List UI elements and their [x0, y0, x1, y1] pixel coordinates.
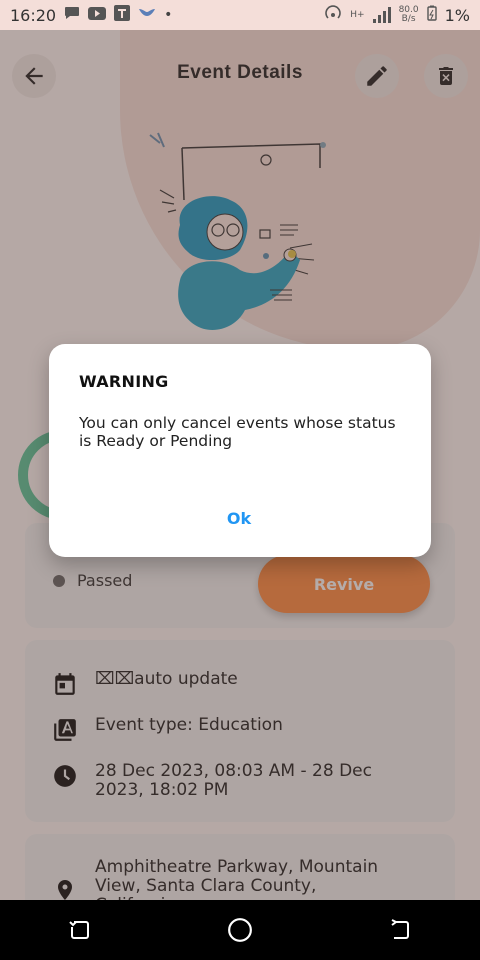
ok-button[interactable]: Ok — [209, 500, 269, 536]
back-nav-icon — [391, 919, 409, 939]
recent-apps-button[interactable] — [60, 910, 100, 950]
home-circle-icon — [228, 918, 252, 942]
t-app-icon — [114, 5, 131, 25]
network-speed: 80.0 B/s — [399, 6, 419, 24]
recent-apps-icon — [69, 921, 89, 939]
battery-icon — [426, 5, 437, 25]
chat-icon — [64, 6, 80, 24]
youtube-icon — [88, 6, 107, 24]
battery-percent: 1% — [444, 5, 470, 25]
status-time: 16:20 — [10, 5, 57, 25]
status-left: 16:20 • — [10, 5, 172, 25]
hotspot-icon — [324, 5, 342, 25]
dialog-title: WARNING — [79, 372, 169, 391]
navigation-bar — [0, 900, 480, 960]
warning-dialog: WARNING You can only cancel events whose… — [49, 344, 431, 557]
home-button[interactable] — [220, 910, 260, 950]
network-speed-unit: B/s — [401, 14, 416, 24]
notification-dot-icon: • — [164, 7, 173, 23]
network-type: H+ — [350, 9, 365, 20]
back-nav-button[interactable] — [380, 910, 420, 950]
signal-icon — [372, 7, 391, 23]
status-right: H+ 80.0 B/s 1% — [324, 5, 470, 25]
bird-icon — [138, 6, 156, 24]
dialog-message: You can only cancel events whose status … — [79, 414, 396, 450]
screen: 16:20 • H+ 80.0 B/s 1% Event Details Pas… — [0, 0, 480, 960]
status-bar: 16:20 • H+ 80.0 B/s 1% — [0, 0, 480, 30]
